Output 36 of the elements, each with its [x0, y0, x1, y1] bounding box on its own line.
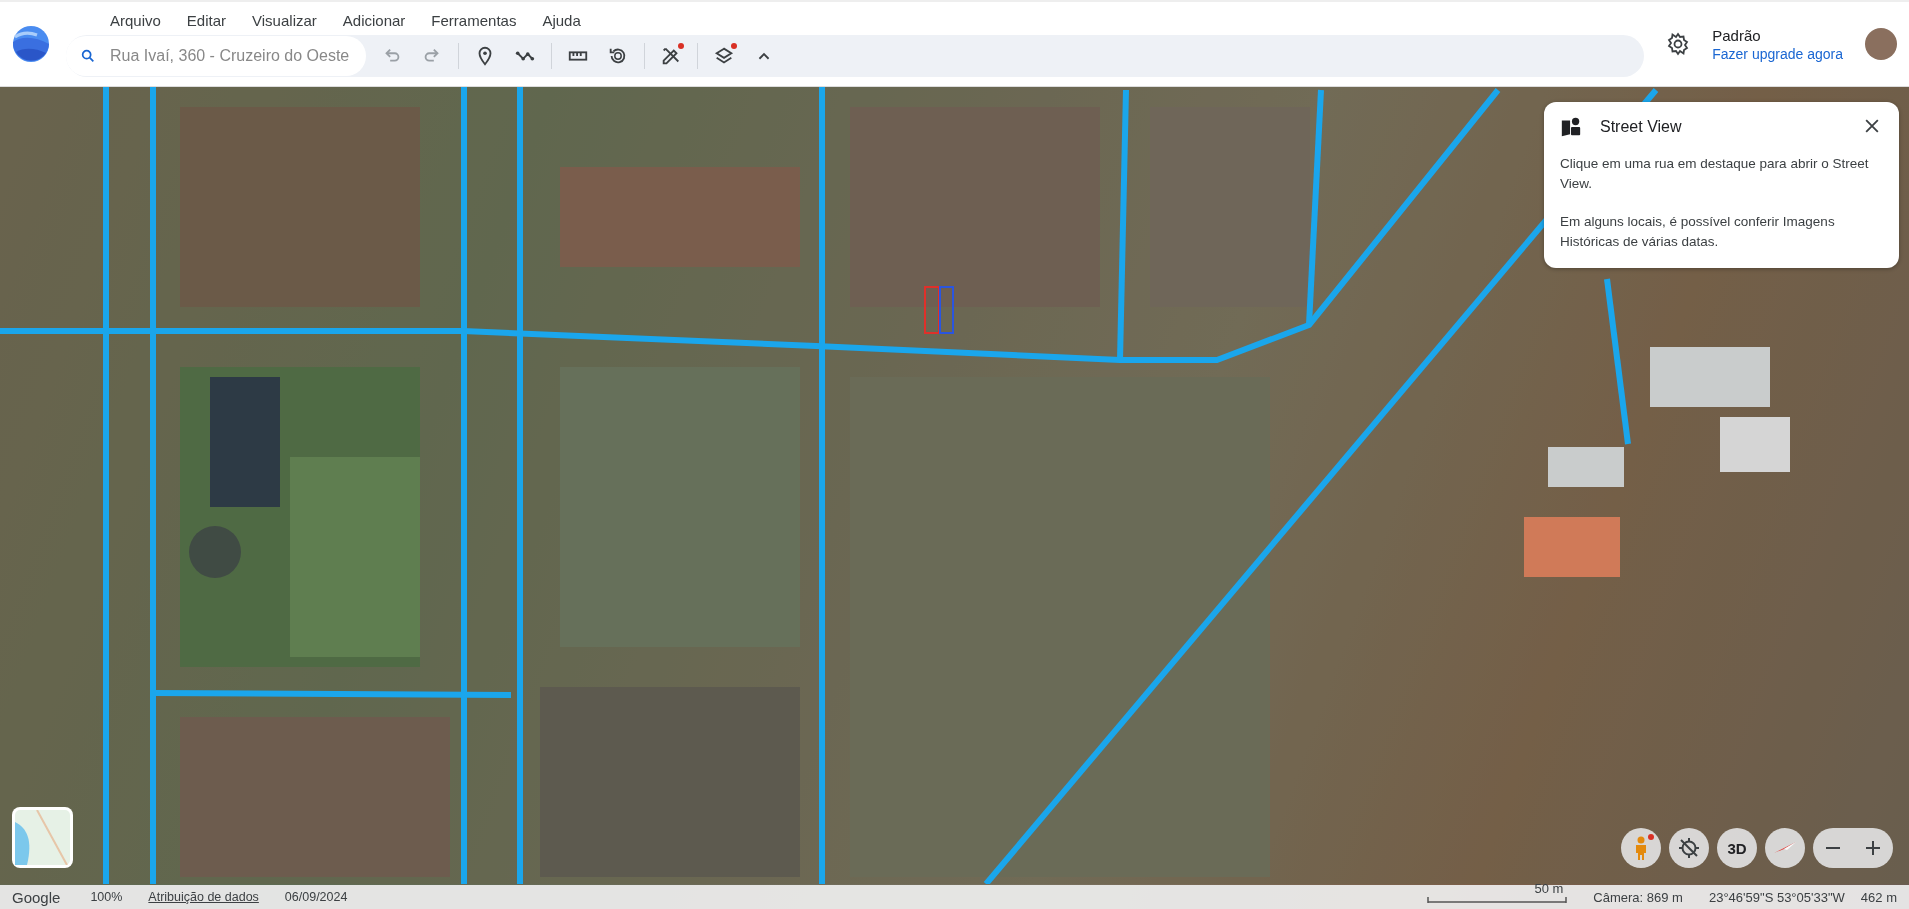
- plan-label: Padrão: [1712, 26, 1762, 44]
- search-field[interactable]: Rua Ivaí, 360 - Cruzeiro do Oeste: [66, 35, 366, 76]
- settings-icon[interactable]: [1666, 32, 1691, 56]
- scale-label: 50 m: [1534, 881, 1565, 895]
- menu-item[interactable]: Editar: [174, 11, 241, 29]
- upgrade-link[interactable]: Fazer upgrade agora: [1712, 45, 1843, 62]
- street-view-icon: [1560, 116, 1582, 138]
- brand-label: Google: [12, 888, 61, 906]
- camera-altitude: Câmera: 869 m: [1593, 889, 1683, 905]
- person-icon: [1633, 836, 1649, 860]
- imagery-date: 06/09/2024: [284, 890, 348, 904]
- panel-text: Clique em uma rua em destaque para abrir o Street View.: [1560, 155, 1870, 193]
- zoom-level: 100%: [90, 890, 123, 904]
- plus-icon: [1865, 840, 1881, 856]
- location-off-icon: [1677, 836, 1701, 860]
- avatar[interactable]: [1865, 28, 1897, 60]
- 3d-toggle-button[interactable]: 3D: [1717, 828, 1757, 868]
- scale-bar-icon: [1427, 896, 1568, 903]
- menu-item[interactable]: Ajuda: [530, 11, 595, 29]
- data-attribution-link[interactable]: Atribuição de dados: [148, 890, 259, 904]
- compass-button[interactable]: [1765, 828, 1805, 868]
- menu-item[interactable]: Arquivo: [98, 11, 175, 29]
- panel-title: Street View: [1600, 118, 1683, 136]
- location-off-button[interactable]: [1669, 828, 1709, 868]
- panel-text: Em alguns locais, é possível conferir Imagens Históricas de várias datas.: [1560, 213, 1836, 251]
- minus-icon: [1825, 847, 1841, 849]
- app-logo-icon: [12, 25, 50, 63]
- coordinates: 23°46'59"S 53°05'33"W: [1708, 889, 1845, 905]
- pegman-button[interactable]: [1621, 828, 1661, 868]
- map-thumbnail-button[interactable]: [12, 807, 73, 868]
- menu-item[interactable]: Visualizar: [240, 11, 331, 29]
- elevation: 462 m: [1860, 889, 1897, 905]
- menu-item[interactable]: Adicionar: [330, 11, 420, 29]
- map-thumbnail-icon: [15, 810, 70, 865]
- position-marker-drawing: [924, 286, 954, 334]
- menu-item[interactable]: Ferramentas: [419, 11, 531, 29]
